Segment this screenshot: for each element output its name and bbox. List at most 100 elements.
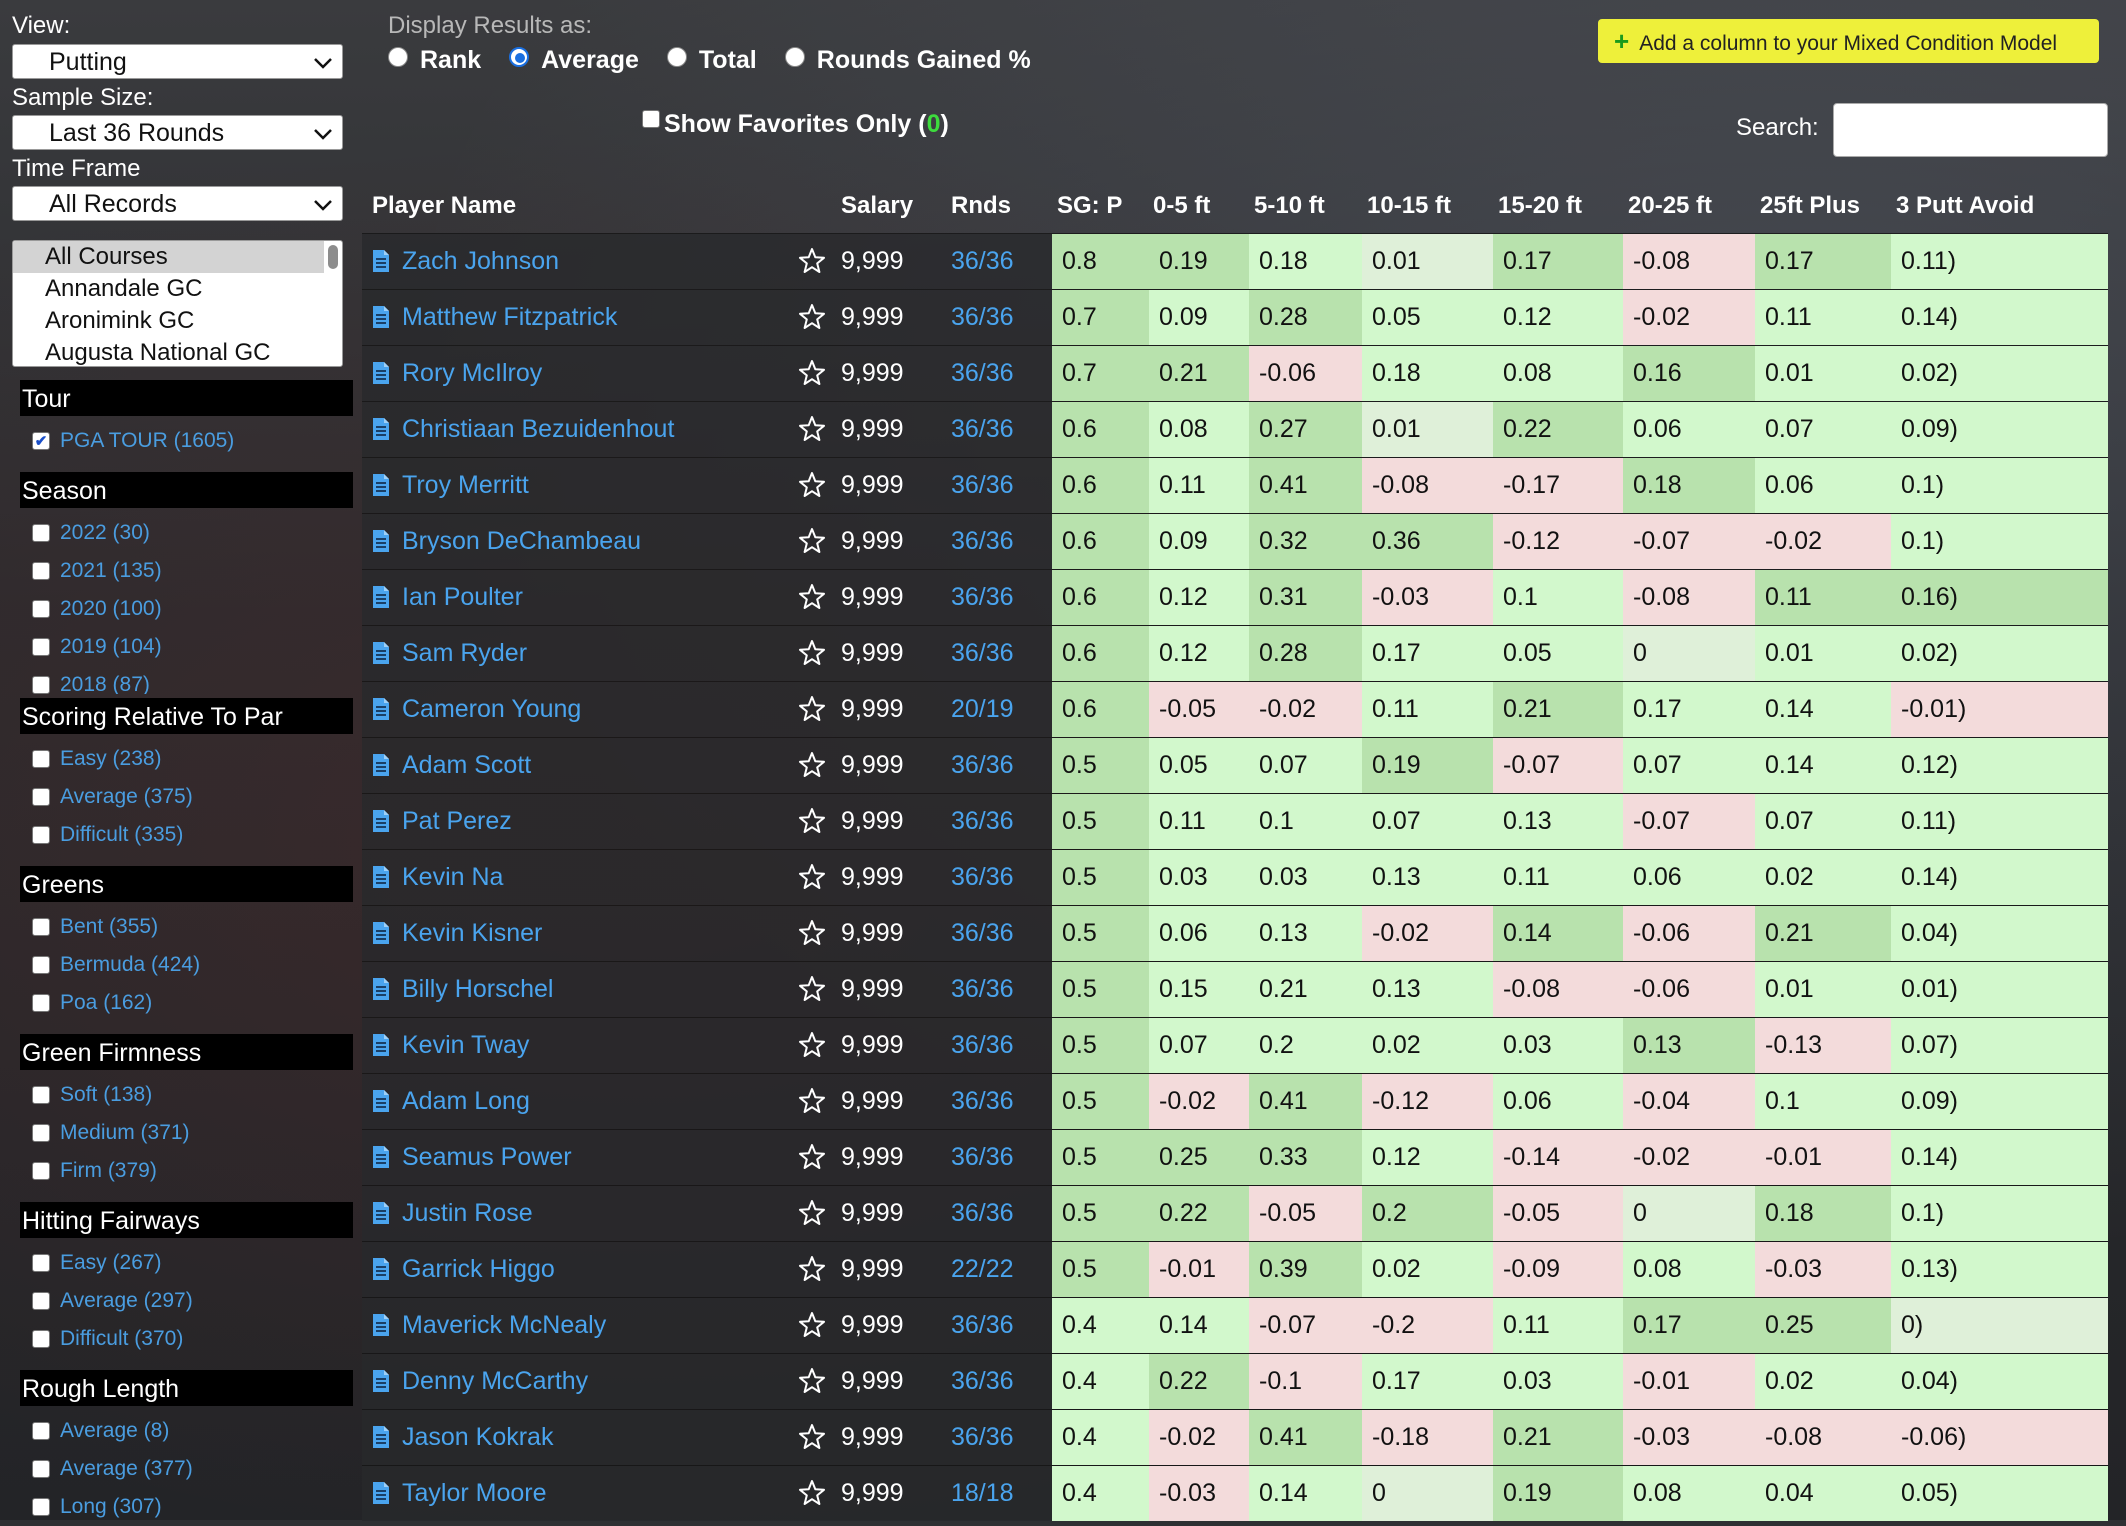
player-name-link[interactable]: Kevin Na — [402, 850, 503, 905]
column-header-15-20-ft[interactable]: 15-20 ft — [1498, 181, 1582, 233]
player-name-link[interactable]: Taylor Moore — [402, 1466, 547, 1521]
filter-checkbox[interactable] — [32, 788, 50, 806]
search-input[interactable] — [1833, 103, 2108, 157]
player-name-link[interactable]: Christiaan Bezuidenhout — [402, 402, 674, 457]
favorites-checkbox[interactable] — [642, 109, 660, 128]
player-name-link[interactable]: Billy Horschel — [402, 962, 553, 1017]
favorite-star-icon[interactable] — [798, 1311, 826, 1339]
course-option[interactable]: Augusta National GC — [13, 337, 342, 366]
favorite-star-icon[interactable] — [798, 1423, 826, 1451]
player-name-link[interactable]: Jason Kokrak — [402, 1410, 553, 1465]
course-list-scrollbar[interactable] — [328, 245, 338, 269]
column-header-0-5-ft[interactable]: 0-5 ft — [1153, 181, 1210, 233]
column-header-25ft-plus[interactable]: 25ft Plus — [1760, 181, 1860, 233]
rounds-link[interactable]: 36/36 — [951, 1018, 1014, 1073]
filter-checkbox[interactable] — [32, 1162, 50, 1180]
filter-option[interactable]: Bent (355) — [20, 908, 353, 946]
rounds-link[interactable]: 36/36 — [951, 458, 1014, 513]
player-name-link[interactable]: Maverick McNealy — [402, 1298, 606, 1353]
rounds-link[interactable]: 36/36 — [951, 1298, 1014, 1353]
filter-option[interactable]: 2019 (104) — [20, 628, 353, 666]
favorite-star-icon[interactable] — [798, 1143, 826, 1171]
favorite-star-icon[interactable] — [798, 415, 826, 443]
filter-option[interactable]: Average (297) — [20, 1282, 353, 1320]
filter-checkbox[interactable] — [32, 1124, 50, 1142]
rounds-link[interactable]: 36/36 — [951, 346, 1014, 401]
filter-checkbox[interactable] — [32, 1292, 50, 1310]
player-name-link[interactable]: Justin Rose — [402, 1186, 533, 1241]
player-profile-doc-icon[interactable] — [372, 1313, 390, 1337]
favorite-star-icon[interactable] — [798, 247, 826, 275]
radio-button[interactable] — [666, 46, 687, 67]
filter-checkbox[interactable] — [32, 1330, 50, 1348]
display-mode-option[interactable]: Total — [666, 46, 757, 75]
radio-button[interactable] — [509, 46, 530, 67]
radio-button[interactable] — [388, 46, 408, 67]
player-profile-doc-icon[interactable] — [372, 417, 390, 441]
player-name-link[interactable]: Bryson DeChambeau — [402, 514, 641, 569]
sample-size-select[interactable]: Last 36 Rounds — [12, 115, 343, 150]
player-profile-doc-icon[interactable] — [372, 1425, 390, 1449]
player-name-link[interactable]: Adam Scott — [402, 738, 531, 793]
column-header-10-15-ft[interactable]: 10-15 ft — [1367, 181, 1451, 233]
player-profile-doc-icon[interactable] — [372, 1201, 390, 1225]
filter-option[interactable]: 2021 (135) — [20, 552, 353, 590]
filter-option[interactable]: Long (307) — [20, 1488, 353, 1526]
filter-option[interactable]: Average (375) — [20, 778, 353, 816]
radio-button[interactable] — [784, 46, 805, 67]
filter-checkbox[interactable] — [32, 676, 50, 694]
show-favorites-toggle[interactable]: Show Favorites Only ( 0 ) — [642, 109, 949, 139]
filter-checkbox[interactable] — [32, 918, 50, 936]
favorite-star-icon[interactable] — [798, 807, 826, 835]
rounds-link[interactable]: 36/36 — [951, 234, 1014, 289]
column-header-player-name[interactable]: Player Name — [372, 181, 516, 233]
player-name-link[interactable]: Troy Merritt — [402, 458, 529, 513]
favorite-star-icon[interactable] — [798, 303, 826, 331]
filter-checkbox[interactable] — [32, 1086, 50, 1104]
rounds-link[interactable]: 36/36 — [951, 1410, 1014, 1465]
favorite-star-icon[interactable] — [798, 471, 826, 499]
favorite-star-icon[interactable] — [798, 1367, 826, 1395]
player-profile-doc-icon[interactable] — [372, 977, 390, 1001]
rounds-link[interactable]: 36/36 — [951, 850, 1014, 905]
column-header-3-putt-avoid[interactable]: 3 Putt Avoid — [1896, 181, 2034, 233]
filter-checkbox[interactable] — [32, 638, 50, 656]
filter-option[interactable]: 2020 (100) — [20, 590, 353, 628]
filter-checkbox[interactable] — [32, 826, 50, 844]
player-profile-doc-icon[interactable] — [372, 753, 390, 777]
filter-checkbox[interactable] — [32, 956, 50, 974]
rounds-link[interactable]: 36/36 — [951, 514, 1014, 569]
filter-checkbox[interactable]: ✔ — [32, 432, 50, 450]
player-profile-doc-icon[interactable] — [372, 697, 390, 721]
favorite-star-icon[interactable] — [798, 919, 826, 947]
player-profile-doc-icon[interactable] — [372, 809, 390, 833]
player-profile-doc-icon[interactable] — [372, 641, 390, 665]
player-profile-doc-icon[interactable] — [372, 473, 390, 497]
player-name-link[interactable]: Denny McCarthy — [402, 1354, 588, 1409]
rounds-link[interactable]: 22/22 — [951, 1242, 1014, 1297]
player-profile-doc-icon[interactable] — [372, 585, 390, 609]
display-mode-option[interactable]: Rank — [388, 46, 481, 75]
display-mode-option[interactable]: Average — [509, 46, 639, 75]
player-profile-doc-icon[interactable] — [372, 249, 390, 273]
filter-option[interactable]: Average (377) — [20, 1450, 353, 1488]
favorite-star-icon[interactable] — [798, 527, 826, 555]
favorite-star-icon[interactable] — [798, 1199, 826, 1227]
player-name-link[interactable]: Adam Long — [402, 1074, 530, 1129]
column-header-rnds[interactable]: Rnds — [951, 181, 1011, 233]
rounds-link[interactable]: 36/36 — [951, 402, 1014, 457]
filter-option[interactable]: ✔ PGA TOUR (1605) — [20, 422, 353, 460]
filter-checkbox[interactable] — [32, 1422, 50, 1440]
filter-option[interactable]: 2022 (30) — [20, 514, 353, 552]
favorite-star-icon[interactable] — [798, 1479, 826, 1507]
filter-checkbox[interactable] — [32, 1254, 50, 1272]
rounds-link[interactable]: 36/36 — [951, 290, 1014, 345]
filter-option[interactable]: 2018 (87) — [20, 666, 353, 694]
filter-checkbox[interactable] — [32, 1460, 50, 1478]
favorite-star-icon[interactable] — [798, 359, 826, 387]
player-profile-doc-icon[interactable] — [372, 921, 390, 945]
player-name-link[interactable]: Zach Johnson — [402, 234, 559, 289]
rounds-link[interactable]: 36/36 — [951, 626, 1014, 681]
filter-option[interactable]: Soft (138) — [20, 1076, 353, 1114]
rounds-link[interactable]: 36/36 — [951, 1130, 1014, 1185]
